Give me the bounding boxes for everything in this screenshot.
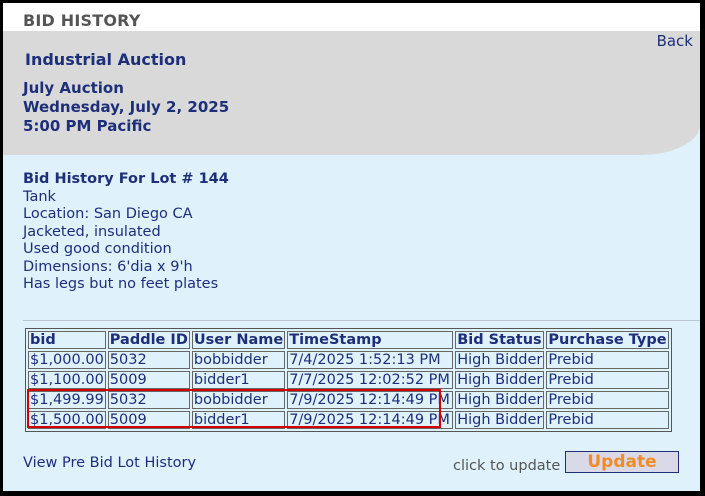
column-header-paddle-id: Paddle ID (107, 331, 190, 349)
paddle-id: 5032 (107, 351, 190, 369)
bid-status: High Bidder (455, 391, 545, 409)
lot-line: Has legs but no feet plates (23, 276, 219, 292)
lot-heading: Bid History For Lot # 144 (23, 171, 229, 187)
purchase-type: Prebid (546, 371, 669, 389)
auction-info: July Auction Wednesday, July 2, 2025 5:0… (23, 79, 229, 136)
user-name: bobbidder (191, 351, 286, 369)
bid-amount: $1,500.00 (28, 411, 106, 429)
lot-line: Location: San Diego CA (23, 206, 193, 222)
auction-date: Wednesday, July 2, 2025 (23, 98, 230, 116)
table-row: $1,100.00 5009 bidder1 7/7/2025 12:02:52… (28, 371, 669, 389)
lot-line: Tank (23, 188, 56, 205)
section-divider (23, 320, 700, 321)
user-name: bobbidder (191, 391, 286, 409)
column-header-purchase-type: Purchase Type (546, 331, 669, 349)
paddle-id: 5009 (107, 371, 190, 389)
timestamp: 7/7/2025 12:02:52 PM (287, 371, 454, 389)
purchase-type: Prebid (546, 411, 669, 429)
update-button[interactable]: Update (565, 451, 679, 473)
timestamp: 7/9/2025 12:14:49 PM (287, 391, 454, 409)
table-row: $1,499.99 5032 bobbidder 7/9/2025 12:14:… (28, 391, 669, 409)
table-row: $1,000.00 5032 bobbidder 7/4/2025 1:52:1… (28, 351, 669, 369)
user-name: bidder1 (191, 371, 286, 389)
update-hint: click to update (453, 458, 561, 474)
event-name: Industrial Auction (25, 50, 187, 69)
column-header-timestamp: TimeStamp (287, 331, 454, 349)
timestamp: 7/4/2025 1:52:13 PM (287, 351, 454, 369)
lot-line: Jacketed, insulated (23, 223, 161, 240)
bid-amount: $1,000.00 (28, 351, 106, 369)
column-header-bid-status: Bid Status (455, 331, 545, 349)
table-row: $1,500.00 5009 bidder1 7/9/2025 12:14:49… (28, 411, 669, 429)
lot-description: Bid History For Lot # 144 Tank Location:… (23, 171, 229, 294)
bid-status: High Bidder (455, 411, 545, 429)
bid-status: High Bidder (455, 371, 545, 389)
back-link[interactable]: Back (657, 32, 693, 50)
page-title: BID HISTORY (23, 11, 141, 30)
purchase-type: Prebid (546, 391, 669, 409)
auction-name: July Auction (23, 79, 124, 97)
bid-history-panel: BID HISTORY Back Industrial Auction July… (3, 3, 700, 491)
column-header-bid: bid (28, 331, 106, 349)
bid-history-table: bid Paddle ID User Name TimeStamp Bid St… (25, 328, 672, 432)
bid-amount: $1,100.00 (28, 371, 106, 389)
auction-time: 5:00 PM Pacific (23, 117, 152, 135)
table-header-row: bid Paddle ID User Name TimeStamp Bid St… (28, 331, 669, 349)
paddle-id: 5032 (107, 391, 190, 409)
paddle-id: 5009 (107, 411, 190, 429)
column-header-user-name: User Name (191, 331, 286, 349)
bid-status: High Bidder (455, 351, 545, 369)
lot-line: Dimensions: 6'dia x 9'h (23, 258, 193, 275)
title-bar: BID HISTORY (3, 3, 700, 31)
purchase-type: Prebid (546, 351, 669, 369)
lot-line: Used good condition (23, 241, 172, 257)
user-name: bidder1 (191, 411, 286, 429)
timestamp: 7/9/2025 12:14:49 PM (287, 411, 454, 429)
bid-amount: $1,499.99 (28, 391, 106, 409)
view-pre-bid-history-link[interactable]: View Pre Bid Lot History (23, 455, 196, 471)
